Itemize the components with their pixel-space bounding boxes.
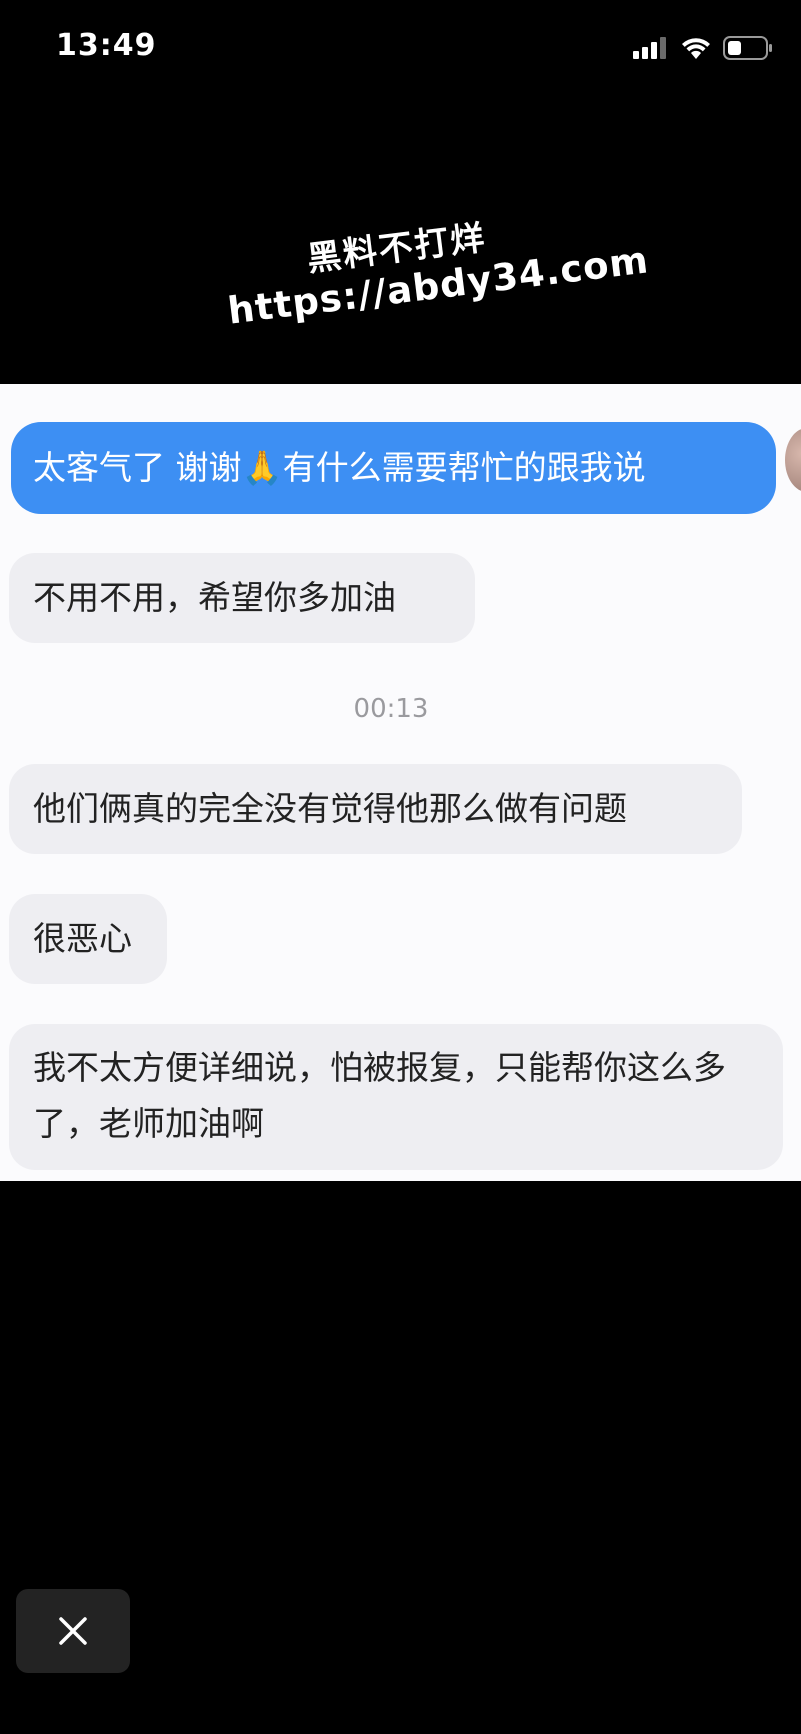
status-time: 13:49 — [56, 28, 157, 63]
avatar — [785, 428, 801, 492]
status-icons — [633, 34, 773, 62]
watermark: 黑料不打烊 https://abdy34.com — [208, 187, 651, 362]
status-bar: 13:49 — [0, 0, 801, 100]
signal-icon — [633, 37, 666, 59]
message-timestamp: 00:13 — [353, 694, 429, 724]
chat-screenshot: 太客气了 谢谢🙏有什么需要帮忙的跟我说 不用不用，希望你多加油 00:13 他们… — [0, 384, 801, 1181]
incoming-message-bubble: 不用不用，希望你多加油 — [9, 553, 475, 643]
battery-icon — [723, 36, 772, 60]
incoming-message-bubble: 很恶心 — [9, 894, 167, 984]
incoming-message-bubble: 我不太方便详细说，怕被报复，只能帮你这么多了，老师加油啊 — [9, 1024, 783, 1170]
incoming-message-bubble: 他们俩真的完全没有觉得他那么做有问题 — [9, 764, 742, 854]
close-button[interactable] — [16, 1589, 130, 1673]
outgoing-message-bubble: 太客气了 谢谢🙏有什么需要帮忙的跟我说 — [11, 422, 776, 514]
wifi-icon — [682, 38, 710, 59]
close-icon — [59, 1617, 87, 1645]
